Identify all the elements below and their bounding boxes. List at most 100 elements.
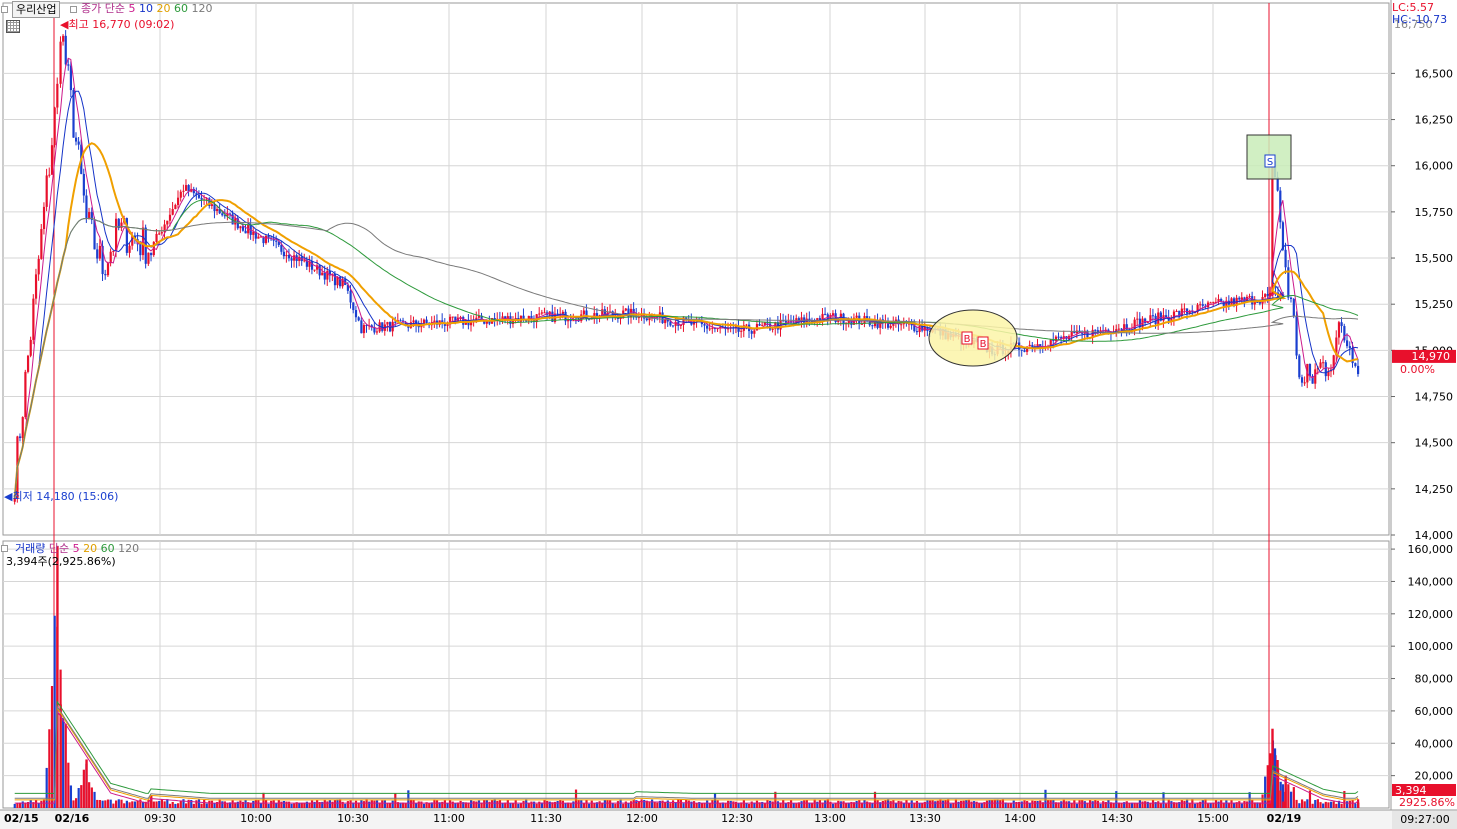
stock-chart[interactable]: B BS◀최고 16,770 (09:02)◀최저 14,180 (15:06) … <box>0 0 1457 829</box>
table-icon[interactable] <box>6 20 20 33</box>
volume-bar <box>1238 801 1241 808</box>
volume-bar <box>837 800 840 808</box>
volume-bar <box>117 799 120 808</box>
candle-body <box>62 35 65 42</box>
candle-body <box>216 208 219 212</box>
candle-body <box>446 324 449 326</box>
volume-bar <box>750 801 753 808</box>
volume-bar <box>732 801 735 808</box>
candle-body <box>1151 315 1155 317</box>
volume-bar <box>845 803 848 808</box>
volume-bar <box>37 803 40 808</box>
candle-body <box>241 226 245 231</box>
volume-bar <box>952 803 955 808</box>
candle-body <box>252 231 255 235</box>
sell-signal-label: S <box>1267 157 1273 168</box>
volume-bar <box>1151 799 1155 808</box>
volume-bar <box>1136 803 1139 808</box>
volume-bar <box>525 799 528 808</box>
volume-bar <box>900 801 903 808</box>
candle-body <box>1266 294 1269 296</box>
menu-dot-icon[interactable] <box>1 545 8 552</box>
menu-dot-icon[interactable] <box>1 6 8 13</box>
volume-bar <box>1026 801 1029 808</box>
candle-body <box>1199 304 1202 306</box>
candle-body <box>147 252 150 264</box>
candle-body <box>313 269 316 271</box>
volume-bar <box>996 799 999 808</box>
volume-bar <box>506 799 509 808</box>
candle-body <box>213 204 216 212</box>
volume-bar <box>404 803 407 808</box>
volume-bar <box>449 800 452 808</box>
volume-bar <box>470 799 473 808</box>
hc-value: HC:-10.73 <box>1392 13 1448 26</box>
volume-bar <box>609 800 612 808</box>
volume-bar <box>96 799 99 808</box>
candle-body <box>900 324 903 326</box>
volume-bar <box>490 800 494 808</box>
volume-bar <box>184 803 188 808</box>
candle-body <box>50 145 54 175</box>
menu-dot-icon[interactable] <box>70 6 77 13</box>
candle-body <box>128 245 131 253</box>
candle-body <box>624 308 627 311</box>
price-tick-label: 14,750 <box>1415 391 1454 404</box>
volume-bar <box>1023 800 1026 808</box>
volume-bar <box>588 803 591 808</box>
volume-bar <box>671 800 675 808</box>
volume-bar <box>1073 800 1076 808</box>
volume-bar <box>719 803 722 808</box>
candle-body <box>1165 315 1168 317</box>
volume-bar <box>104 800 107 808</box>
volume-bar <box>168 803 172 808</box>
volume-tick-label: 60,000 <box>1415 705 1454 718</box>
volume-bar <box>1204 799 1207 808</box>
volume-bar <box>239 800 242 808</box>
volume-bar <box>640 799 643 808</box>
candle-body <box>287 254 291 259</box>
volume-bar <box>800 801 803 808</box>
candle-body <box>26 355 30 372</box>
time-tick-label: 14:00 <box>1004 812 1036 825</box>
volume-bar <box>1020 801 1023 808</box>
volume-bar <box>1067 801 1071 808</box>
volume-bar <box>80 785 83 808</box>
volume-bar <box>420 801 423 808</box>
volume-bar <box>391 800 394 808</box>
volume-bar <box>133 801 137 808</box>
volume-bar <box>1306 799 1309 808</box>
candle-body <box>1340 322 1343 327</box>
candle-body <box>349 290 352 303</box>
stock-name[interactable]: 우리산업 <box>12 1 61 18</box>
candle-body <box>1212 301 1215 303</box>
volume-bar <box>1039 800 1042 808</box>
volume-bar <box>692 801 696 808</box>
price-tick-label: 14,250 <box>1415 483 1454 496</box>
candle-body <box>889 325 892 328</box>
candle-body <box>1094 329 1097 331</box>
volume-bar <box>336 799 339 808</box>
volume-bar <box>254 799 257 808</box>
volume-bar <box>21 801 24 808</box>
candle-body <box>1070 331 1073 337</box>
volume-bar <box>1036 800 1039 808</box>
volume-bar <box>742 800 745 808</box>
volume-bar <box>1188 803 1191 808</box>
candle-body <box>399 320 402 322</box>
candle-body <box>166 220 169 225</box>
volume-bar <box>881 800 884 808</box>
volume-bar <box>1125 801 1128 808</box>
candle-body <box>45 175 48 207</box>
volume-bar <box>755 800 759 808</box>
candle-body <box>150 252 153 256</box>
volume-bar <box>522 800 525 808</box>
volume-bar <box>603 799 606 808</box>
candle-body <box>37 258 40 275</box>
time-tick-label: 02/15 <box>4 812 39 825</box>
volume-bar <box>941 800 945 808</box>
volume-bar <box>561 800 565 808</box>
candle-body <box>1054 336 1058 341</box>
volume-bar <box>394 793 397 808</box>
volume-bar <box>244 799 247 808</box>
